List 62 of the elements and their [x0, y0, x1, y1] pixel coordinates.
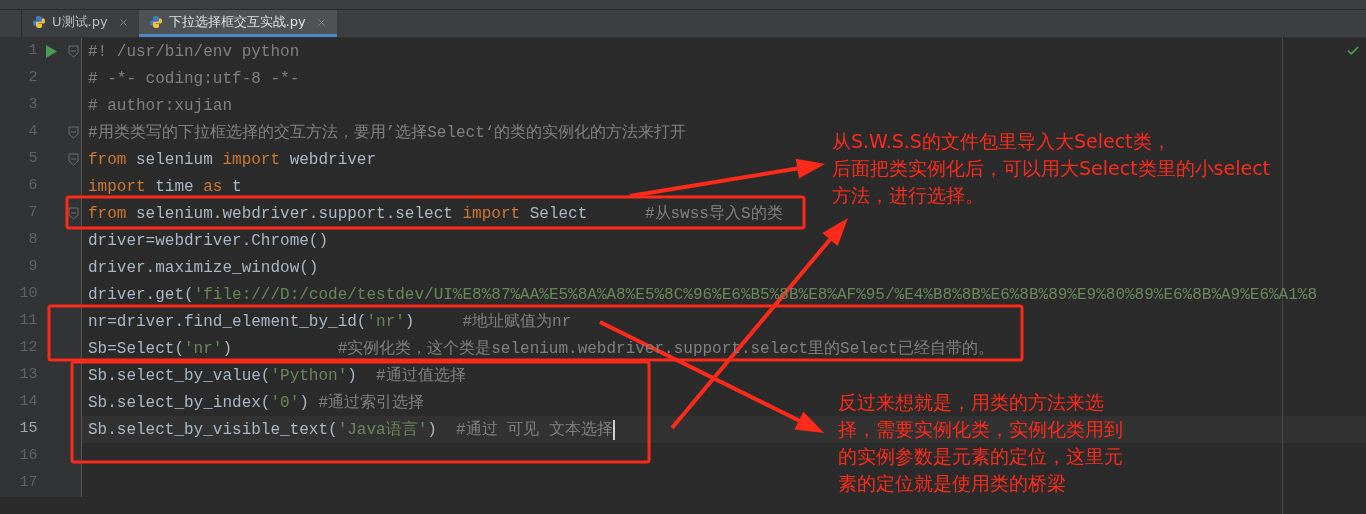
code-text: #通过值选择 [376, 365, 466, 387]
fold-icon[interactable] [67, 207, 79, 220]
code-text: from [88, 203, 127, 225]
code-text: #通过 可见 文本选择 [456, 419, 613, 441]
line-number: 15 [18, 419, 38, 440]
code-text: #通过索引选择 [318, 392, 425, 414]
code-text: # -*- coding:utf-8 -*- [88, 68, 300, 90]
code-text: #! /usr/bin/env python [88, 41, 300, 63]
code-text: t [231, 176, 242, 198]
code-text: ) [427, 419, 438, 441]
code-text: 'nr' [184, 338, 223, 360]
python-file-icon [148, 15, 163, 29]
annotation-text: 的实例参数是元素的定位，这里元 [838, 444, 1123, 469]
file-tab[interactable]: 下拉选择框交互实战.py [138, 10, 337, 37]
file-tab[interactable]: U测试.py [22, 10, 139, 37]
code-text: # author:xujian [88, 95, 233, 117]
code-text: 'Python' [270, 365, 348, 387]
tab-label: U测试.py [52, 13, 108, 32]
annotation-text: 从S.W.S.S的文件包里导入大Select类， [832, 129, 1172, 154]
code-text: 'Java语言' [337, 419, 428, 441]
code-text: webdriver [288, 149, 377, 171]
annotation-text: 反过来想就是，用类的方法来选 [838, 390, 1105, 415]
code-text: Sb=Select( [88, 338, 184, 360]
code-text: ) [299, 392, 310, 414]
code-text: #地址赋值为nr [462, 311, 572, 333]
text-cursor [612, 419, 615, 440]
code-text: import [88, 176, 146, 198]
annotation-text: 择，需要实例化类，实例化类用到 [838, 417, 1123, 442]
code-text: Sb.select_by_index( [88, 392, 271, 414]
fold-icon[interactable] [67, 126, 79, 139]
code-text: ) [404, 311, 416, 333]
code-text: selenium.webdriver.support.select [135, 203, 454, 225]
code-text: time [154, 176, 195, 198]
code-text: #从swss导入S的类 [644, 203, 783, 225]
annotation-text: 方法，进行选择。 [832, 183, 985, 208]
run-icon[interactable] [45, 45, 57, 58]
tab-label: 下拉选择框交互实战.py [168, 13, 306, 32]
code-text: as [203, 176, 223, 198]
code-text: ) [222, 338, 234, 360]
code-text: Sb.select_by_value( [88, 365, 271, 387]
code-text: import [462, 203, 521, 225]
code-text: ) [347, 365, 358, 387]
code-text: import [222, 149, 281, 171]
annotation-text: 素的定位就是使用类的桥梁 [838, 471, 1067, 496]
code-text: '0' [270, 392, 300, 414]
python-file-icon [32, 15, 46, 29]
close-icon[interactable] [117, 16, 129, 28]
check-icon [1346, 44, 1360, 58]
code-text: #用类类写的下拉框选择的交互方法，要用’选择Select‘的类的实例化的方法来打开 [88, 122, 687, 144]
code-text: nr=driver.find_element_by_id( [88, 311, 367, 333]
fold-icon[interactable] [67, 45, 79, 58]
code-text: driver=webdriver.Chrome() [88, 230, 329, 252]
code-text: driver.maximize_window() [88, 257, 319, 279]
code-text: Select [528, 203, 589, 225]
code-text: from [88, 149, 127, 171]
fold-icon[interactable] [67, 153, 79, 166]
close-icon[interactable] [315, 16, 327, 28]
code-text: selenium [135, 149, 214, 171]
annotation-text: 后面把类实例化后，可以用大Select类里的小select [832, 156, 1271, 181]
code-text: Sb.select_by_visible_text( [88, 419, 338, 441]
code-text: 'nr' [366, 311, 405, 333]
code-text: driver.get( [88, 284, 194, 306]
